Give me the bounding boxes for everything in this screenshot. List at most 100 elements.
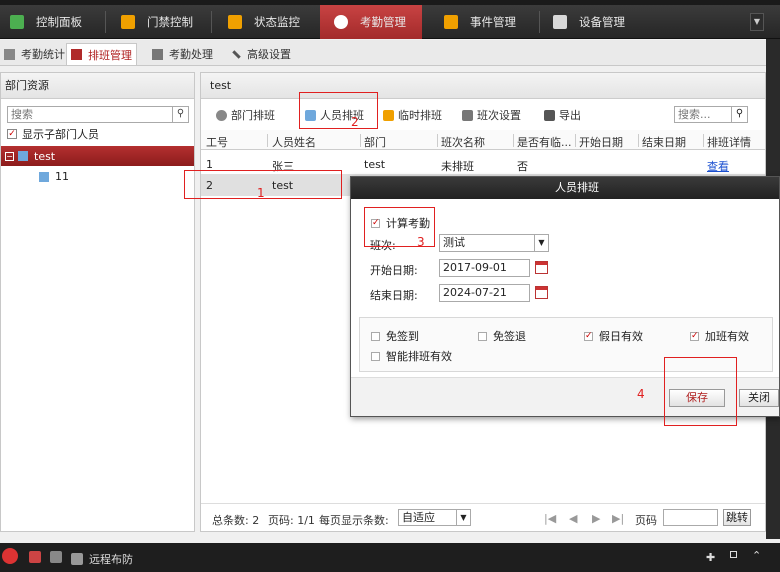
col-header-start[interactable]: 开始日期 [579,134,623,150]
no-signin-checkbox[interactable]: 免签到 [371,328,419,344]
checkbox-label: 免签退 [493,330,526,343]
temp-shift-button[interactable]: 临时排班 [383,107,442,123]
tab-attendance-processing[interactable]: 考勤处理 [148,43,217,65]
annotation-number-1: 1 [257,186,265,200]
tab-attendance-stats[interactable]: 考勤统计 [0,43,69,65]
panel-title: 部门资源 [1,73,194,99]
total-count: 总条数: 2 [212,514,260,527]
search-icon[interactable]: ⚲ [172,107,188,122]
calendar-icon[interactable] [535,286,548,299]
page-label: 页码 [635,514,657,527]
col-header-shift[interactable]: 班次名称 [441,134,485,150]
collapse-icon[interactable]: − [5,151,14,161]
col-header-name[interactable]: 人员姓名 [272,134,316,150]
col-header-detail[interactable]: 排班详情 [707,134,751,150]
shift-search[interactable]: ⚲ [674,106,748,123]
dialog-title: 人员排班 [351,177,779,199]
search-icon[interactable]: ⚲ [731,107,747,122]
toolbar-item-label: 事件管理 [470,15,516,29]
toolbar-dropdown-button[interactable]: ▼ [750,13,764,31]
page-indicator: 页码: 1/1 [268,514,315,527]
toolbar-item-access-control[interactable]: 门禁控制 [121,5,193,39]
toolbar-item-label: 状态监控 [254,15,300,29]
column-divider [360,134,361,147]
holiday-valid-checkbox[interactable]: ✓ 假日有效 [584,328,643,344]
tab-advanced-settings[interactable]: 高级设置 [228,43,295,65]
show-sub-dept-checkbox[interactable]: ✓ 显示子部门人员 [7,126,99,142]
restore-icon[interactable] [730,551,737,558]
tree-node-root[interactable]: − test [1,146,194,166]
no-signout-checkbox[interactable]: 免签退 [478,328,526,344]
col-header-dept[interactable]: 部门 [364,134,386,150]
wrench-icon [232,49,241,59]
alarm-icon[interactable] [2,548,18,564]
checkbox-checked[interactable]: ✓ [7,129,17,139]
chevron-down-icon[interactable]: ▼ [456,510,470,525]
prev-page-icon[interactable]: ◀ [569,512,577,525]
col-header-end[interactable]: 结束日期 [642,134,686,150]
per-page-select[interactable]: 自适应 ▼ [398,509,471,526]
shift-search-input[interactable] [675,107,730,122]
column-divider [267,134,268,147]
speaker-icon [71,553,83,565]
checkbox-label: 智能排班有效 [386,350,452,363]
toolbar-item-control-panel[interactable]: 控制面板 [10,5,82,39]
door-icon [121,15,135,29]
cell-dept: test [364,158,386,171]
col-header-id[interactable]: 工号 [206,134,228,150]
start-date-field[interactable]: 2017-09-01 [439,259,530,277]
col-header-temp[interactable]: 是否有临... [517,134,572,150]
checkbox-label: 假日有效 [599,330,643,343]
checkbox-checked[interactable]: ✓ [690,331,699,341]
device-icon [553,15,567,29]
go-button[interactable]: 跳转 [723,509,751,526]
tab-shift-management[interactable]: 排班管理 [66,43,137,65]
export-button[interactable]: 导出 [544,107,581,123]
calendar-icon [71,49,82,60]
button-label: 班次设置 [477,109,521,122]
overtime-valid-checkbox[interactable]: ✓ 加班有效 [690,328,749,344]
department-search-input[interactable] [8,107,168,122]
close-button[interactable]: 关闭 [739,389,779,407]
smart-shift-checkbox[interactable]: 智能排班有效 [371,348,452,364]
toolbar-item-label: 门禁控制 [147,15,193,29]
shift-select[interactable]: 测试 ▼ [439,234,549,252]
collapse-up-icon[interactable]: ⌃ [752,549,761,562]
toolbar-separator [211,11,212,33]
toolbar-item-status-monitor[interactable]: 状态监控 [228,5,300,39]
restore-icon-shape [730,551,737,558]
user-icon[interactable] [29,551,41,563]
shift-settings-button[interactable]: 班次设置 [462,107,521,123]
dept-shift-button[interactable]: 部门排班 [216,107,275,123]
annotation-number-4: 4 [637,387,645,401]
tree-node-child[interactable]: 11 [39,170,69,183]
first-page-icon[interactable]: |◀ [544,512,556,525]
checkbox[interactable] [478,331,487,341]
remote-arm-button[interactable]: 远程布防 [71,551,133,567]
user-icon-shape [29,551,41,563]
cell-shift: 未排班 [441,160,474,173]
page-number-input[interactable] [663,509,718,526]
export-icon [544,109,555,121]
toolbar-item-label: 考勤管理 [360,15,406,29]
screen-icon-shape [50,551,62,563]
department-search[interactable]: ⚲ [7,106,189,123]
cell-temp: 否 [517,160,528,173]
checkbox-checked[interactable]: ✓ [584,331,593,341]
screen-icon[interactable] [50,551,62,563]
tree-node-label: test [34,149,56,163]
chevron-down-icon[interactable]: ▼ [534,235,548,251]
next-page-icon[interactable]: ▶ [592,512,600,525]
alarm-icon-shape [2,548,18,564]
checkbox[interactable] [371,351,380,361]
end-date-field[interactable]: 2024-07-21 [439,284,530,302]
view-detail-link[interactable]: 查看 [707,158,729,174]
toolbar-item-device[interactable]: 设备管理 [553,5,625,39]
calendar-icon[interactable] [535,261,548,274]
pin-icon[interactable]: ✚ [706,551,715,564]
toolbar-item-event[interactable]: 事件管理 [444,5,516,39]
toolbar-item-attendance[interactable]: 考勤管理 [320,5,422,39]
last-page-icon[interactable]: ▶| [612,512,624,525]
button-label: 临时排班 [398,109,442,122]
checkbox[interactable] [371,331,380,341]
